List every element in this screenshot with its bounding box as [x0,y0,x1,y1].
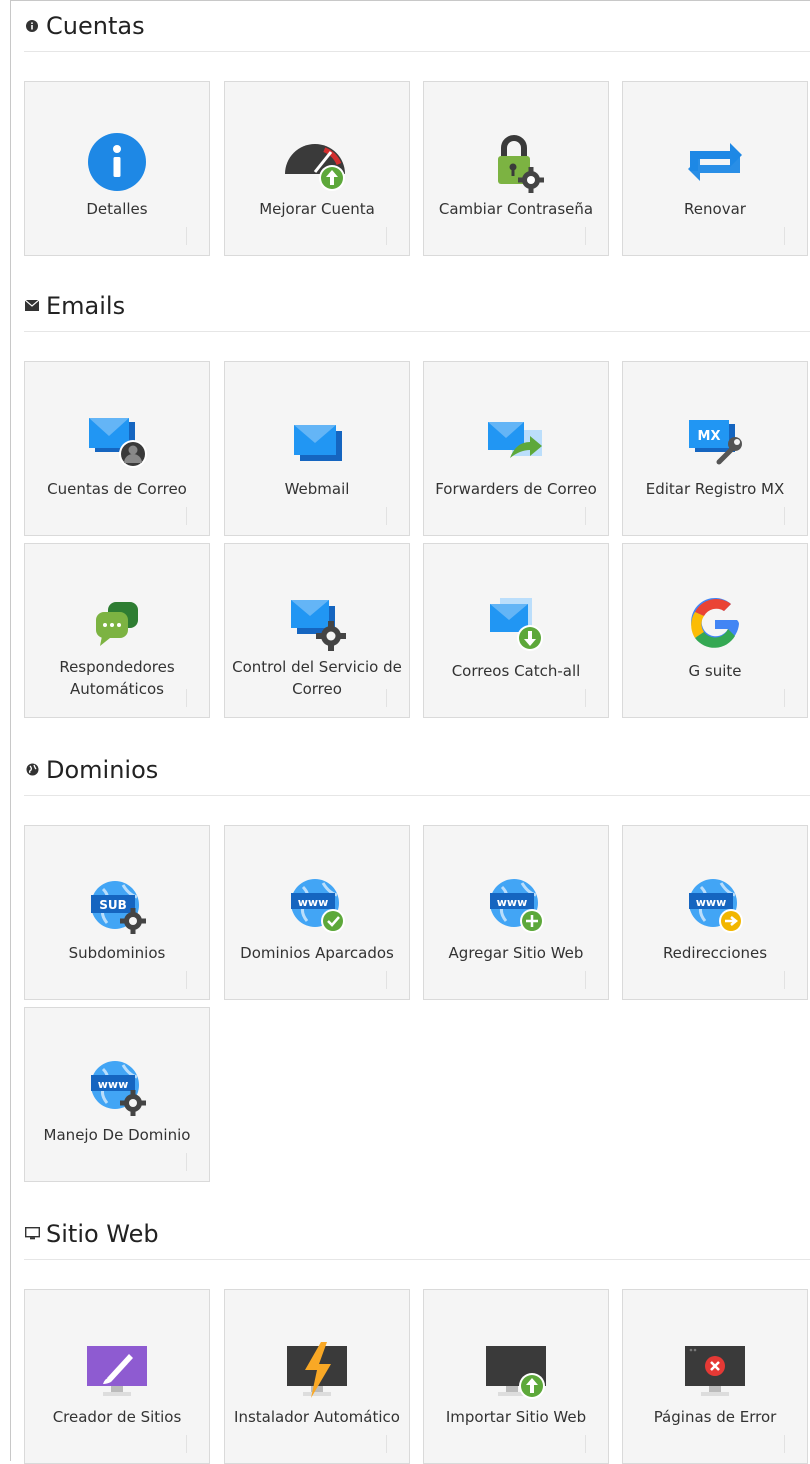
info-circle-icon [24,18,40,34]
monitor-error-icon [675,1340,755,1400]
section-sitio-web: Sitio Web Creador de Sitios Instalador A… [24,1208,810,1464]
globe-www-arrow-icon: www [675,876,755,936]
tile-label: Forwarders de Correo [435,480,597,498]
tile-webmail[interactable]: Webmail [224,361,410,536]
sub-label: SUB [99,898,127,912]
renew-arrows-icon [675,132,755,192]
tile-label: Detalles [86,200,148,218]
tile-dominios-aparcados[interactable]: www Dominios Aparcados [224,825,410,1000]
tile-label: Páginas de Error [653,1408,777,1426]
section-dominios: Dominios SUB Subdominios www Dominios Ap… [24,744,810,1182]
tile-label: Creador de Sitios [52,1408,182,1426]
monitor-upload-icon [476,1340,556,1400]
monitor-brush-icon [77,1340,157,1400]
tile-label: Subdominios [68,944,166,962]
mail-user-icon [77,412,157,472]
info-icon [77,132,157,192]
www-label: www [98,1078,129,1091]
padlock-gear-icon [476,132,556,193]
tile-label: Redirecciones [662,944,768,962]
google-icon [675,594,755,654]
www-label: www [298,896,329,909]
tile-control-servicio-correo[interactable]: Control del Servicio de Correo [224,543,410,718]
mail-download-icon [476,594,556,654]
speedometer-upgrade-icon [277,132,357,192]
tile-g-suite[interactable]: G suite [622,543,808,718]
mail-icon [277,412,357,472]
tile-creador-de-sitios[interactable]: Creador de Sitios [24,1289,210,1464]
tile-label: Importar Sitio Web [445,1408,587,1426]
tile-label: Webmail [284,480,350,498]
tile-label: G suite [688,662,742,680]
tile-subdominios[interactable]: SUB Subdominios [24,825,210,1000]
section-title: Dominios [46,755,159,784]
globe-icon [24,762,40,778]
envelope-icon [24,298,40,314]
tile-cuentas-de-correo[interactable]: Cuentas de Correo [24,361,210,536]
tile-forwarders-de-correo[interactable]: Forwarders de Correo [423,361,609,536]
tile-label: Renovar [684,200,746,218]
tile-label: Cuentas de Correo [47,480,187,498]
tile-mejorar-cuenta[interactable]: Mejorar Cuenta [224,81,410,256]
tile-paginas-de-error[interactable]: Páginas de Error [622,1289,808,1464]
section-header: Sitio Web [24,1208,810,1260]
monitor-bolt-icon [277,1340,357,1400]
tile-importar-sitio-web[interactable]: Importar Sitio Web [423,1289,609,1464]
tile-label: Respondedores Automáticos [59,658,175,698]
tile-label: Cambiar Contraseña [438,200,594,218]
tile-detalles[interactable]: Detalles [24,81,210,256]
section-header: Emails [24,280,810,332]
section-cuentas: Cuentas Detalles Mejorar Cuenta Cambiar … [24,0,810,256]
mx-label: MX [698,429,721,444]
tile-label: Control del Servicio de Correo [232,658,402,698]
section-title: Sitio Web [46,1219,159,1248]
www-label: www [696,896,727,909]
www-label: www [497,896,528,909]
tile-label: Manejo De Dominio [43,1126,191,1144]
section-title: Emails [46,291,126,320]
tile-label: Editar Registro MX [645,480,785,498]
mail-forward-icon [476,412,556,472]
tile-renovar[interactable]: Renovar [622,81,808,256]
globe-www-check-icon: www [277,876,357,936]
tile-cambiar-contrasena[interactable]: Cambiar Contraseña [423,81,609,256]
tile-correos-catch-all[interactable]: Correos Catch-all [423,543,609,718]
section-header: Cuentas [24,0,810,52]
tile-label: Dominios Aparcados [240,944,394,962]
tile-respondedores-automaticos[interactable]: Respondedores Automáticos [24,543,210,718]
section-header: Dominios [24,744,810,796]
mail-gear-icon [277,594,357,654]
globe-www-gear-icon: www [77,1058,157,1118]
tile-label: Instalador Automático [234,1408,400,1426]
globe-sub-gear-icon: SUB [77,876,157,936]
tile-label: Agregar Sitio Web [448,944,584,962]
chat-bubbles-icon [77,594,157,654]
tile-redirecciones[interactable]: www Redirecciones [622,825,808,1000]
mx-wrench-icon: MX [675,412,755,472]
tile-instalador-automatico[interactable]: Instalador Automático [224,1289,410,1464]
tile-agregar-sitio-web[interactable]: www Agregar Sitio Web [423,825,609,1000]
globe-www-plus-icon: www [476,876,556,936]
tile-manejo-de-dominio[interactable]: www Manejo De Dominio [24,1007,210,1182]
tile-label: Correos Catch-all [451,662,581,680]
section-emails: Emails Cuentas de Correo Webmail Forward… [24,280,810,718]
monitor-icon [24,1226,40,1242]
tile-label: Mejorar Cuenta [259,200,375,218]
tile-editar-registro-mx[interactable]: MX Editar Registro MX [622,361,808,536]
section-title: Cuentas [46,11,145,40]
